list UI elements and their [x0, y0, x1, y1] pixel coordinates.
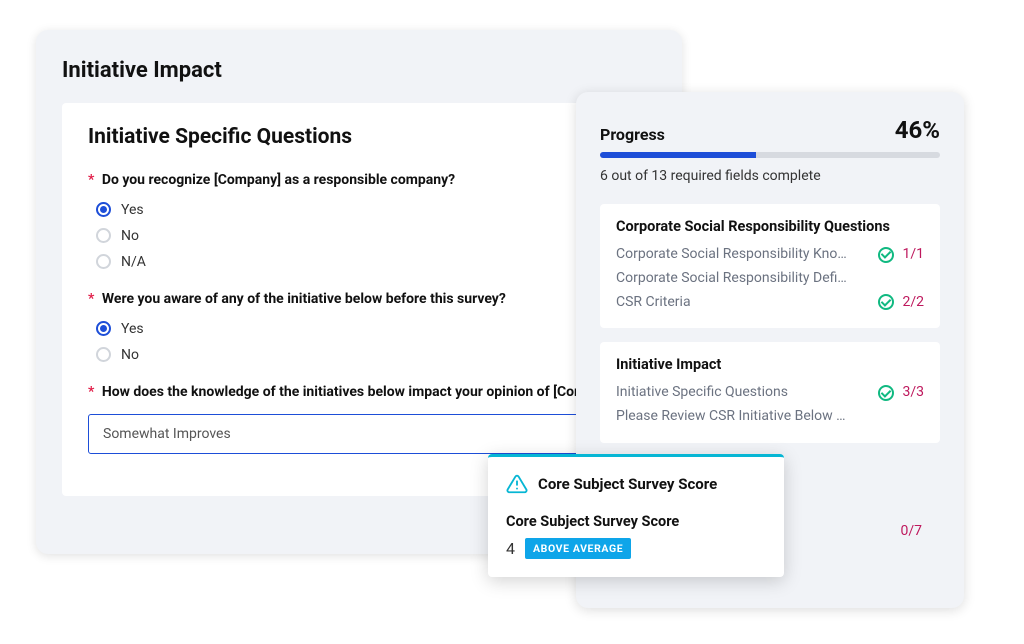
radio-icon: [96, 254, 111, 269]
row-name: Please Review CSR Initiative Below Befor…: [616, 405, 851, 429]
score-card: Core Subject Survey Score Core Subject S…: [488, 454, 784, 577]
radio-option-yes[interactable]: Yes: [88, 202, 630, 218]
progress-percent: 46%: [895, 116, 940, 144]
check-circle-icon: [878, 385, 894, 401]
question-1-label: * Do you recognize [Company] as a respon…: [88, 171, 630, 190]
row-name: Initiative Specific Questions: [616, 381, 788, 405]
question-2-text: Were you aware of any of the initiative …: [102, 291, 506, 307]
row-count: 2/2: [902, 291, 924, 315]
section-csr-questions[interactable]: Corporate Social Responsibility Question…: [600, 204, 940, 328]
progress-fill: [600, 152, 756, 158]
radio-icon: [96, 228, 111, 243]
score-value: 4: [506, 539, 515, 558]
radio-option-yes[interactable]: Yes: [88, 321, 630, 337]
row-status: 1/1: [878, 243, 924, 267]
radio-label: N/A: [121, 254, 146, 270]
required-asterisk: *: [88, 172, 94, 188]
score-card-title: Core Subject Survey Score: [538, 475, 717, 493]
radio-label: No: [121, 347, 139, 363]
radio-option-no[interactable]: No: [88, 228, 630, 244]
row-name: Corporate Social Responsibility Definiti…: [616, 267, 851, 291]
required-asterisk: *: [88, 291, 94, 307]
section-row[interactable]: CSR Criteria 2/2: [616, 291, 924, 315]
radio-icon: [96, 321, 111, 336]
question-1-text: Do you recognize [Company] as a responsi…: [102, 172, 455, 188]
questions-heading: Initiative Specific Questions: [88, 125, 630, 149]
check-circle-icon: [878, 294, 894, 310]
warning-triangle-icon: [506, 473, 528, 495]
row-count: 3/3: [902, 381, 924, 405]
row-name: Corporate Social Responsibility Knowl...: [616, 243, 851, 267]
row-count: 1/1: [902, 243, 924, 267]
progress-title: Progress: [600, 125, 665, 144]
score-card-header: Core Subject Survey Score: [506, 473, 766, 495]
opinion-select[interactable]: Somewhat Improves: [88, 414, 630, 454]
question-3-label: * How does the knowledge of the initiati…: [88, 383, 630, 402]
question-1: * Do you recognize [Company] as a respon…: [88, 171, 630, 270]
section-row[interactable]: Corporate Social Responsibility Definiti…: [616, 267, 924, 291]
score-subtitle: Core Subject Survey Score: [506, 513, 766, 530]
questions-card: Initiative Specific Questions * Do you r…: [62, 103, 656, 496]
radio-icon: [96, 347, 111, 362]
radio-icon: [96, 202, 111, 217]
radio-label: Yes: [121, 321, 144, 337]
progress-subtitle: 6 out of 13 required fields complete: [600, 168, 940, 184]
panel-title: Initiative Impact: [62, 58, 656, 83]
section-row[interactable]: Initiative Specific Questions 3/3: [616, 381, 924, 405]
score-badge: ABOVE AVERAGE: [525, 538, 631, 559]
radio-label: No: [121, 228, 139, 244]
score-value-row: 4 ABOVE AVERAGE: [506, 538, 766, 559]
radio-label: Yes: [121, 202, 144, 218]
section-row[interactable]: Please Review CSR Initiative Below Befor…: [616, 405, 924, 429]
select-value: Somewhat Improves: [103, 426, 231, 442]
section-title: Corporate Social Responsibility Question…: [616, 218, 924, 235]
row-name: CSR Criteria: [616, 291, 691, 315]
question-3: * How does the knowledge of the initiati…: [88, 383, 630, 454]
progress-bar: [600, 152, 940, 158]
row-status: 2/2: [878, 291, 924, 315]
check-circle-icon: [878, 247, 894, 263]
question-3-text: How does the knowledge of the initiative…: [102, 384, 627, 400]
progress-header: Progress 46%: [600, 116, 940, 144]
question-2-label: * Were you aware of any of the initiativ…: [88, 290, 630, 309]
required-asterisk: *: [88, 384, 94, 400]
section-initiative-impact[interactable]: Initiative Impact Initiative Specific Qu…: [600, 342, 940, 443]
radio-option-no[interactable]: No: [88, 347, 630, 363]
row-status: 3/3: [878, 381, 924, 405]
question-2: * Were you aware of any of the initiativ…: [88, 290, 630, 363]
section-title: Initiative Impact: [616, 356, 924, 373]
section-row[interactable]: Corporate Social Responsibility Knowl...…: [616, 243, 924, 267]
radio-option-na[interactable]: N/A: [88, 254, 630, 270]
